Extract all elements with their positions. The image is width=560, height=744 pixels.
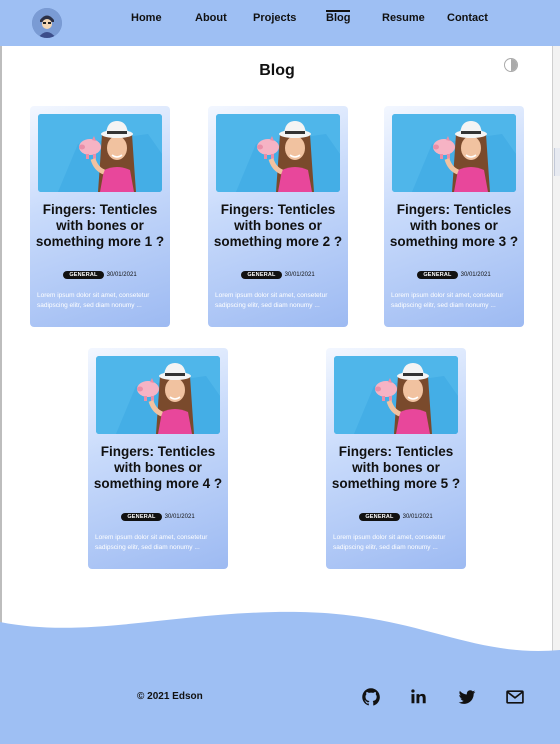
category-badge[interactable]: GENERAL [359,513,400,521]
post-excerpt: Lorem ipsum dolor sit amet, consetetur s… [95,534,208,551]
category-badge[interactable]: GENERAL [63,271,104,279]
post-image [334,356,458,434]
site-header: Home About Projects Blog Resume Contact [0,0,560,46]
page: Home About Projects Blog Resume Contact … [0,0,560,744]
nav-projects[interactable]: Projects [253,12,296,24]
blog-card[interactable]: Fingers: Tenticles with bones or somethi… [30,106,170,327]
nav-resume[interactable]: Resume [382,12,425,24]
blog-card[interactable]: Fingers: Tenticles with bones or somethi… [88,348,228,569]
post-date: 30/01/2021 [106,272,137,278]
post-title[interactable]: Fingers: Tenticles with bones or somethi… [212,202,344,250]
post-image [392,114,516,192]
post-date: 30/01/2021 [164,514,195,520]
mail-icon[interactable] [505,687,525,707]
post-date: 30/01/2021 [402,514,433,520]
page-title: Blog [259,62,295,79]
blog-card[interactable]: Fingers: Tenticles with bones or somethi… [208,106,348,327]
post-title[interactable]: Fingers: Tenticles with bones or somethi… [388,202,520,250]
blog-card[interactable]: Fingers: Tenticles with bones or somethi… [326,348,466,569]
post-meta: GENERAL 30/01/2021 [30,271,170,279]
nav-blog[interactable]: Blog [326,10,351,24]
avatar-illustration [32,8,62,38]
woman-with-piggy-bank-image [96,356,220,434]
post-excerpt: Lorem ipsum dolor sit amet, consetetur s… [215,292,328,309]
post-meta: GENERAL 30/01/2021 [326,513,466,521]
post-date: 30/01/2021 [284,272,315,278]
post-title[interactable]: Fingers: Tenticles with bones or somethi… [92,444,224,492]
category-badge[interactable]: GENERAL [121,513,162,521]
blog-card[interactable]: Fingers: Tenticles with bones or somethi… [384,106,524,327]
post-meta: GENERAL 30/01/2021 [88,513,228,521]
post-excerpt: Lorem ipsum dolor sit amet, consetetur s… [37,292,150,309]
woman-with-piggy-bank-image [334,356,458,434]
nav-home[interactable]: Home [131,12,162,24]
footer-wave [0,611,560,744]
post-meta: GENERAL 30/01/2021 [208,271,348,279]
woman-with-piggy-bank-image [216,114,340,192]
post-excerpt: Lorem ipsum dolor sit amet, consetetur s… [391,292,504,309]
post-title[interactable]: Fingers: Tenticles with bones or somethi… [330,444,462,492]
woman-with-piggy-bank-image [38,114,162,192]
post-image [96,356,220,434]
post-excerpt: Lorem ipsum dolor sit amet, consetetur s… [333,534,446,551]
category-badge[interactable]: GENERAL [241,271,282,279]
woman-with-piggy-bank-image [392,114,516,192]
category-badge[interactable]: GENERAL [417,271,458,279]
post-meta: GENERAL 30/01/2021 [384,271,524,279]
side-drawer-handle[interactable] [554,148,560,176]
avatar[interactable] [32,8,62,38]
post-image [216,114,340,192]
copyright-text: © 2021 Edson [137,691,203,702]
linkedin-icon[interactable] [409,687,429,707]
nav-about[interactable]: About [195,12,227,24]
post-title[interactable]: Fingers: Tenticles with bones or somethi… [34,202,166,250]
post-image [38,114,162,192]
github-icon[interactable] [361,687,381,707]
twitter-icon[interactable] [457,687,477,707]
post-date: 30/01/2021 [460,272,491,278]
nav-contact[interactable]: Contact [447,12,488,24]
